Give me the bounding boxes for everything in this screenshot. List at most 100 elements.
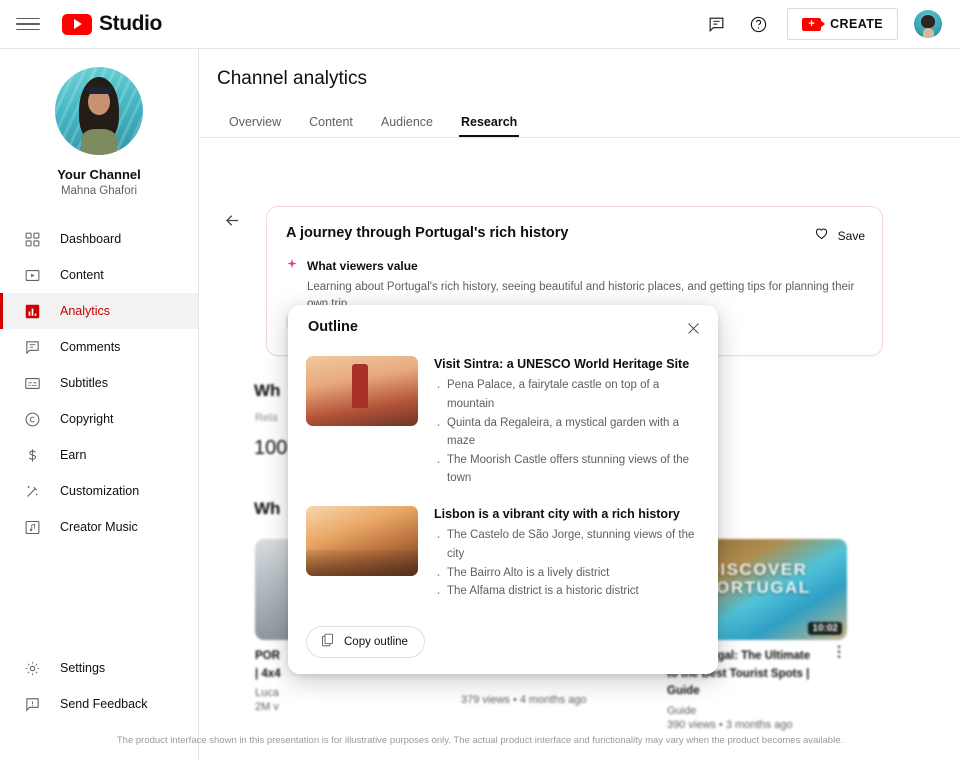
hamburger-icon[interactable]: [16, 12, 40, 36]
video-meta: 390 views • 3 months ago: [667, 719, 847, 731]
tab-overview[interactable]: Overview: [215, 106, 295, 137]
sidebar-item-label: Creator Music: [60, 520, 138, 534]
avatar[interactable]: [914, 10, 942, 38]
video-meta: 2M v: [255, 701, 435, 713]
outline-section-bullets: The Castelo de São Jorge, stunning views…: [434, 526, 698, 601]
copy-icon: [320, 632, 335, 652]
sidebar-item-label: Comments: [60, 340, 120, 354]
idea-title: A journey through Portugal's rich histor…: [286, 225, 568, 241]
channel-avatar[interactable]: [55, 67, 143, 155]
outline-modal: Outline Visit Sintra: a UNESCO World Her…: [288, 305, 718, 674]
footer-disclaimer: The product interface shown in this pres…: [0, 735, 960, 746]
sidebar-item-creator-music[interactable]: Creator Music: [0, 509, 198, 545]
sidebar: Your Channel Mahna Ghafori Dashboard: [0, 49, 199, 760]
top-bar: Studio + CREATE: [0, 0, 960, 49]
sidebar-item-label: Copyright: [60, 412, 114, 426]
video-play-icon: [22, 265, 42, 285]
sidebar-item-customization[interactable]: Customization: [0, 473, 198, 509]
sidebar-item-label: Analytics: [60, 304, 110, 318]
outline-bullet: The Bairro Alto is a lively district: [434, 564, 698, 583]
save-button[interactable]: Save: [813, 225, 865, 246]
video-duration: 10:02: [808, 622, 842, 635]
studio-wordmark: Studio: [99, 12, 162, 36]
outline-modal-header: Outline: [288, 305, 718, 351]
page-title: Channel analytics: [217, 68, 367, 90]
background-sub-1: Rela: [255, 412, 278, 424]
tab-content[interactable]: Content: [295, 106, 367, 137]
sidebar-item-label: Dashboard: [60, 232, 121, 246]
youtube-play-icon: [62, 14, 92, 35]
sidebar-item-send-feedback[interactable]: Send Feedback: [0, 686, 199, 722]
sidebar-item-label: Customization: [60, 484, 139, 498]
background-heading-1: Wh: [254, 381, 280, 401]
copy-outline-button[interactable]: Copy outline: [306, 626, 425, 658]
music-note-icon: [22, 517, 42, 537]
close-icon[interactable]: [682, 317, 704, 339]
sidebar-item-settings[interactable]: Settings: [0, 650, 199, 686]
magic-wand-icon: [22, 481, 42, 501]
video-camera-icon: +: [802, 18, 821, 31]
outline-modal-footer: Copy outline: [288, 614, 718, 674]
background-heading-2: Wh: [254, 499, 280, 519]
app-root: Studio + CREATE: [0, 0, 960, 760]
video-options-menu[interactable]: ⋮: [831, 646, 847, 656]
sidebar-item-content[interactable]: Content: [0, 257, 198, 293]
create-button[interactable]: + CREATE: [787, 8, 898, 40]
sidebar-item-copyright[interactable]: Copyright: [0, 401, 198, 437]
outline-section-bullets: Pena Palace, a fairytale castle on top o…: [434, 376, 698, 488]
outline-bullet: Quinta da Regaleira, a mystical garden w…: [434, 414, 698, 451]
outline-bullet: The Castelo de São Jorge, stunning views…: [434, 526, 698, 563]
outline-section-text: Visit Sintra: a UNESCO World Heritage Si…: [434, 356, 698, 488]
feedback-icon[interactable]: [703, 11, 729, 37]
sidebar-item-earn[interactable]: Earn: [0, 437, 198, 473]
tabs-divider: [199, 137, 960, 138]
gear-icon: [22, 658, 42, 678]
lisbon-street-sunset-thumbnail: [306, 506, 418, 576]
copy-outline-label: Copy outline: [344, 636, 408, 648]
sidebar-nav: Dashboard Content: [0, 221, 198, 545]
outline-modal-title: Outline: [308, 319, 358, 335]
video-channel: Guide: [667, 705, 847, 717]
back-arrow-icon[interactable]: [219, 207, 245, 233]
top-bar-actions: + CREATE: [703, 8, 942, 40]
tab-research[interactable]: Research: [447, 106, 531, 137]
analytics-tabs: Overview Content Audience Research: [215, 106, 531, 137]
tab-audience[interactable]: Audience: [367, 106, 447, 137]
outline-sections: Visit Sintra: a UNESCO World Heritage Si…: [288, 351, 718, 614]
sidebar-bottom-nav: Settings Send Feedback: [0, 650, 199, 722]
video-title-line: Guide: [667, 684, 847, 700]
sidebar-item-analytics[interactable]: Analytics: [0, 293, 198, 329]
create-button-label: CREATE: [830, 17, 883, 31]
sidebar-item-label: Settings: [60, 661, 105, 675]
copyright-icon: [22, 409, 42, 429]
sidebar-item-label: Subtitles: [60, 376, 108, 390]
video-meta: 379 views • 4 months ago: [461, 694, 641, 706]
video-channel: Luca: [255, 687, 435, 699]
subtitles-icon: [22, 373, 42, 393]
dashboard-icon: [22, 229, 42, 249]
heart-outline-icon: [813, 225, 830, 246]
sidebar-item-label: Send Feedback: [60, 697, 148, 711]
what-viewers-value-label: What viewers value: [307, 259, 418, 273]
sidebar-item-comments[interactable]: Comments: [0, 329, 198, 365]
youtube-studio-logo[interactable]: Studio: [62, 12, 162, 36]
what-viewers-value-row: What viewers value: [286, 257, 418, 275]
pena-palace-sintra-thumbnail: [306, 356, 418, 426]
outline-section: Visit Sintra: a UNESCO World Heritage Si…: [288, 351, 718, 501]
comment-icon: [22, 337, 42, 357]
sidebar-item-subtitles[interactable]: Subtitles: [0, 365, 198, 401]
outline-section-heading: Visit Sintra: a UNESCO World Heritage Si…: [434, 356, 698, 372]
dollar-icon: [22, 445, 42, 465]
sparkle-icon: [286, 257, 298, 275]
background-number-1: 100: [254, 437, 287, 460]
analytics-bars-icon: [22, 301, 42, 321]
outline-section-heading: Lisbon is a vibrant city with a rich his…: [434, 506, 698, 522]
help-icon[interactable]: [745, 11, 771, 37]
sidebar-item-dashboard[interactable]: Dashboard: [0, 221, 198, 257]
channel-name: Mahna Ghafori: [61, 185, 137, 197]
outline-bullet: The Alfama district is a historic distri…: [434, 582, 698, 601]
outline-bullet: Pena Palace, a fairytale castle on top o…: [434, 376, 698, 413]
feedback-flag-icon: [22, 694, 42, 714]
outline-bullet: The Moorish Castle offers stunning views…: [434, 451, 698, 488]
outline-section: Lisbon is a vibrant city with a rich his…: [288, 501, 718, 614]
